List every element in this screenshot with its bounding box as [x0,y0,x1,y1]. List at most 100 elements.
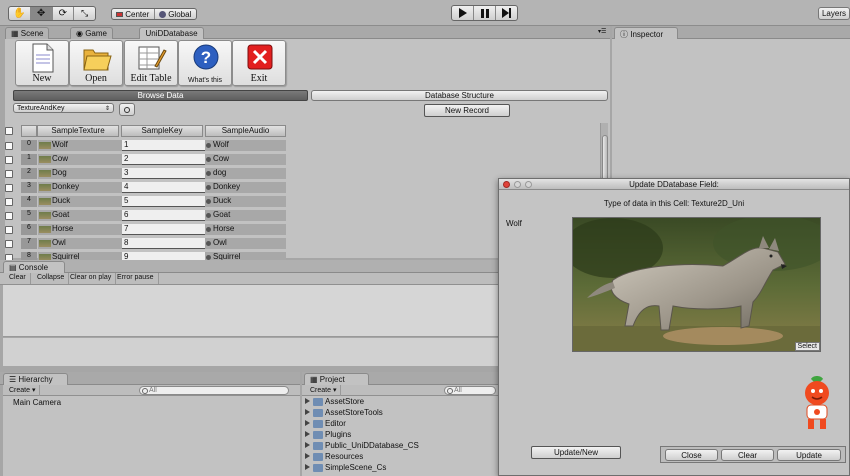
row-checkbox[interactable] [5,184,13,192]
browse-data-tab[interactable]: Browse Data [13,90,308,101]
key-cell[interactable]: 2 [122,154,206,165]
key-cell[interactable]: 1 [122,140,206,151]
hand-icon[interactable]: ✋ [9,7,31,20]
audio-cell[interactable]: Wolf [205,140,286,151]
expand-arrow-icon[interactable] [305,409,310,415]
project-search-input[interactable]: All [444,386,496,395]
audio-cell[interactable]: Duck [205,196,286,207]
key-cell[interactable]: 7 [122,224,206,235]
row-index[interactable]: 5 [21,210,37,221]
texture-cell[interactable]: Horse [38,224,124,235]
scale-icon[interactable]: ⤡ [74,7,95,20]
new-button[interactable]: New [15,40,69,86]
console-clear-button[interactable]: Clear [5,273,31,284]
key-cell[interactable]: 9 [122,252,206,260]
texture-cell[interactable]: Owl [38,238,124,249]
select-texture-button[interactable]: Select [794,342,820,351]
key-cell[interactable]: 8 [122,238,206,249]
console-error-pause-button[interactable]: Error pause [113,273,159,284]
texture-cell[interactable]: Dog [38,168,124,179]
update-button[interactable]: Update [777,449,841,461]
select-all-checkbox[interactable] [5,127,13,135]
layers-dropdown[interactable]: Layers [818,7,850,20]
search-button[interactable] [119,103,135,116]
edit-table-button[interactable]: Edit Table [124,40,178,86]
key-cell[interactable]: 4 [122,182,206,193]
texture-cell[interactable]: Cow [38,154,124,165]
row-index[interactable]: 2 [21,168,37,179]
row-index[interactable]: 6 [21,224,37,235]
audio-cell[interactable]: Owl [205,238,286,249]
move-icon[interactable]: ✥ [30,7,53,20]
texture-cell[interactable]: Goat [38,210,124,221]
expand-arrow-icon[interactable] [305,431,310,437]
new-record-button[interactable]: New Record [424,104,510,117]
expand-arrow-icon[interactable] [305,420,310,426]
row-checkbox[interactable] [5,142,13,150]
texture-cell[interactable]: Wolf [38,140,124,151]
tab-console[interactable]: ▤ Console [3,261,65,273]
audio-cell[interactable]: Cow [205,154,286,165]
row-index[interactable]: 1 [21,154,37,165]
open-button[interactable]: Open [69,40,123,86]
expand-arrow-icon[interactable] [305,442,310,448]
tab-scene[interactable]: ▦ Scene [5,27,50,39]
tab-project[interactable]: ▦ Project [304,373,369,385]
hierarchy-item[interactable]: Main Camera [13,398,61,407]
project-create-dropdown[interactable]: Create ▾ [306,385,342,396]
expand-arrow-icon[interactable] [305,453,310,459]
panel-menu-icon[interactable]: ▾☰ [598,29,606,35]
row-checkbox[interactable] [5,212,13,220]
hierarchy-search-input[interactable]: All [139,386,289,395]
console-clear-on-play-button[interactable]: Clear on play [66,273,117,284]
texture-cell[interactable]: Squirrel [38,252,124,260]
expand-arrow-icon[interactable] [305,398,310,404]
row-index[interactable]: 7 [21,238,37,249]
row-checkbox[interactable] [5,198,13,206]
row-index[interactable]: 0 [21,140,37,151]
pivot-center-toggle[interactable]: Center [112,9,155,19]
row-index[interactable]: 8 [21,252,37,260]
play-button[interactable] [452,6,474,20]
audio-cell[interactable]: Donkey [205,182,286,193]
transform-tools: ✋ ✥ ⟳ ⤡ [8,6,96,21]
table-select[interactable]: TextureAndKey ⇕ [13,103,114,113]
row-checkbox[interactable] [5,226,13,234]
texture-preview[interactable]: Select [572,217,821,352]
row-index[interactable]: 4 [21,196,37,207]
audio-cell[interactable]: Goat [205,210,286,221]
clear-button[interactable]: Clear [721,449,774,461]
column-header-texture[interactable]: SampleTexture [37,125,119,137]
hierarchy-create-dropdown[interactable]: Create ▾ [5,385,41,396]
console-collapse-button[interactable]: Collapse [33,273,70,284]
rotate-icon[interactable]: ⟳ [53,7,75,20]
pause-button[interactable] [474,6,496,20]
tab-hierarchy[interactable]: ☰ Hierarchy [3,373,68,385]
key-cell[interactable]: 6 [122,210,206,221]
audio-cell[interactable]: Squirrel [205,252,286,260]
key-cell[interactable]: 5 [122,196,206,207]
step-button[interactable] [496,6,517,20]
row-checkbox[interactable] [5,170,13,178]
texture-cell[interactable]: Donkey [38,182,124,193]
whats-this-button[interactable]: ? What's this [178,40,232,86]
expand-arrow-icon[interactable] [305,464,310,470]
column-header-key[interactable]: SampleKey [121,125,203,137]
row-checkbox[interactable] [5,156,13,164]
audio-cell[interactable]: Horse [205,224,286,235]
tab-unidb[interactable]: UniDDatabase [139,27,204,39]
texture-cell[interactable]: Duck [38,196,124,207]
tab-game[interactable]: ◉ Game [70,27,113,39]
pivot-global-toggle[interactable]: Global [155,9,197,19]
audio-cell[interactable]: dog [205,168,286,179]
dialog-titlebar[interactable]: Update DDatabase Field: [499,179,849,190]
database-structure-tab[interactable]: Database Structure [311,90,608,101]
exit-button[interactable]: Exit [232,40,286,86]
update-new-button[interactable]: Update/New [531,446,621,459]
key-cell[interactable]: 3 [122,168,206,179]
row-index[interactable]: 3 [21,182,37,193]
row-checkbox[interactable] [5,240,13,248]
column-header-audio[interactable]: SampleAudio [205,125,286,137]
tab-inspector[interactable]: ⓘ Inspector [614,27,678,39]
close-button[interactable]: Close [665,449,718,461]
